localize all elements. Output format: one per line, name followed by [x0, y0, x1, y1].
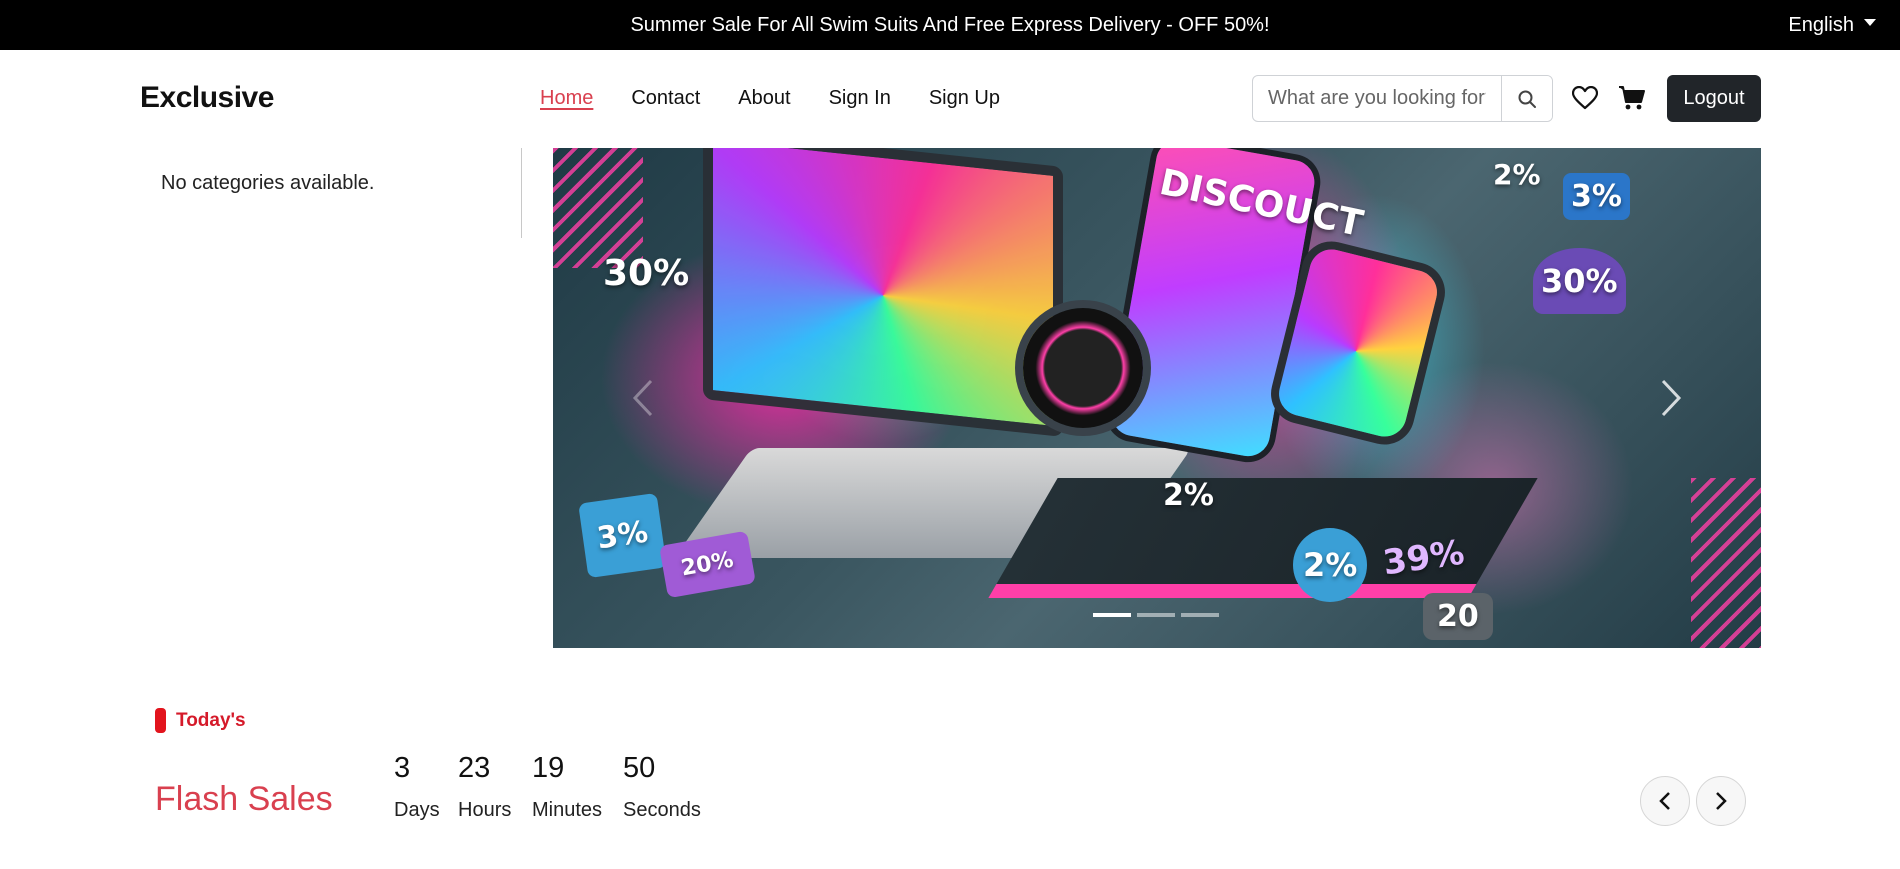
cart-icon [1619, 86, 1645, 110]
carousel-indicator[interactable] [1181, 613, 1219, 617]
search-icon [1518, 90, 1536, 108]
discount-tag: 3% [578, 492, 667, 579]
nav-sign-in[interactable]: Sign In [829, 87, 891, 110]
discount-tag: 2% [1163, 478, 1214, 513]
heart-icon [1572, 86, 1598, 110]
logo[interactable]: Exclusive [140, 81, 274, 115]
chevron-left-icon [1659, 792, 1670, 810]
discount-tag: 2% [1493, 158, 1541, 191]
search-button[interactable] [1501, 76, 1552, 121]
search-input[interactable] [1253, 76, 1501, 121]
language-selector[interactable]: English [1788, 0, 1876, 50]
chevron-right-icon [1661, 379, 1682, 417]
smartwatch-illustration [1023, 308, 1143, 428]
hero-carousel: 30% 3% 20% 2% 3% 30% DISCOUCT 2% 2% 39% … [553, 148, 1761, 648]
search-box [1252, 75, 1553, 122]
logout-button[interactable]: Logout [1667, 75, 1761, 122]
chevron-left-icon [632, 379, 653, 417]
cart-button[interactable] [1617, 83, 1647, 113]
main-nav: Home Contact About Sign In Sign Up [540, 87, 1000, 110]
discount-tag: 2% [1293, 528, 1368, 602]
countdown-days: 3 Days [394, 752, 440, 822]
countdown-value: 50 [623, 752, 656, 784]
flash-sales-prev-button[interactable] [1640, 776, 1690, 826]
wishlist-button[interactable] [1570, 83, 1600, 113]
discount-tag: 30% [1533, 248, 1626, 314]
discount-tag: 3% [1563, 173, 1630, 220]
countdown-minutes: 19 Minutes [532, 752, 602, 822]
carousel-indicator[interactable] [1093, 613, 1131, 617]
smartwatch-illustration [1274, 244, 1442, 442]
carousel-indicator[interactable] [1137, 613, 1175, 617]
countdown-value: 23 [458, 752, 491, 784]
countdown-unit: Seconds [623, 799, 701, 821]
site-header: Exclusive Home Contact About Sign In Sig… [0, 50, 1900, 148]
decorative-stripes [553, 148, 643, 268]
flash-sales-title: Flash Sales [155, 780, 333, 818]
section-marker [155, 708, 166, 733]
nav-home[interactable]: Home [540, 87, 593, 110]
countdown-unit: Hours [458, 799, 512, 821]
countdown-seconds: 50 Seconds [623, 752, 701, 822]
laptop-illustration [703, 148, 1063, 437]
nav-sign-up[interactable]: Sign Up [929, 87, 1000, 110]
carousel-next-button[interactable] [1651, 373, 1691, 423]
chevron-right-icon [1716, 792, 1727, 810]
carousel-indicators [1093, 613, 1219, 617]
countdown-hours: 23 Hours [458, 752, 511, 822]
section-label-text: Today's [176, 709, 246, 731]
carousel-prev-button[interactable] [623, 373, 663, 423]
countdown-value: 3 [394, 752, 411, 784]
discount-tag: 30% [603, 253, 690, 294]
no-categories-text: No categories available. [161, 172, 375, 194]
countdown-value: 19 [532, 752, 565, 784]
flash-sales-next-button[interactable] [1696, 776, 1746, 826]
category-sidebar: No categories available. [140, 148, 522, 238]
decorative-stripes [1691, 478, 1761, 648]
promo-text: Summer Sale For All Swim Suits And Free … [630, 14, 1270, 36]
nav-about[interactable]: About [738, 87, 790, 110]
discount-tag: 20% [659, 530, 756, 599]
countdown-unit: Days [394, 799, 440, 821]
promo-bar: Summer Sale For All Swim Suits And Free … [0, 0, 1900, 50]
language-label: English [1788, 14, 1854, 36]
countdown-unit: Minutes [532, 799, 603, 821]
discount-tag: 20 [1423, 593, 1493, 640]
section-label: Today's [155, 708, 246, 733]
nav-contact[interactable]: Contact [631, 87, 700, 110]
chevron-down-icon [1864, 18, 1876, 26]
